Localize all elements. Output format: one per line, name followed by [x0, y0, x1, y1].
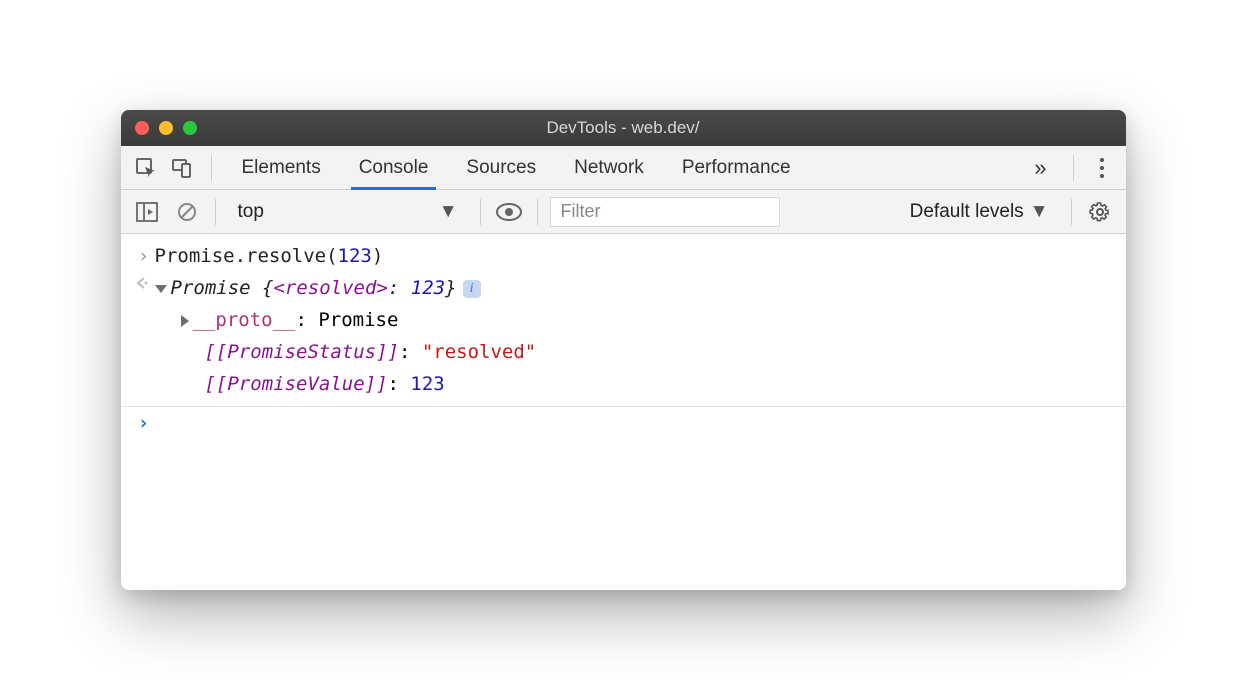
- promise-value-line: [[PromiseValue]]: 123: [121, 368, 1126, 400]
- zoom-window-button[interactable]: [183, 121, 197, 135]
- console-settings-icon[interactable]: [1084, 196, 1116, 228]
- input-prompt-icon: ›: [133, 242, 155, 270]
- traffic-lights: [121, 121, 197, 135]
- levels-label: Default levels: [910, 201, 1024, 223]
- clear-console-icon[interactable]: [171, 196, 203, 228]
- execution-context-selector[interactable]: top ▼: [228, 196, 468, 228]
- filter-input[interactable]: Filter: [550, 197, 780, 227]
- context-label: top: [238, 201, 264, 223]
- tab-sources[interactable]: Sources: [448, 146, 554, 189]
- separator: [215, 199, 216, 225]
- title-bar: DevTools - web.dev/: [121, 110, 1126, 146]
- prompt-icon: ›: [133, 409, 155, 437]
- chevron-down-icon: ▼: [1030, 201, 1049, 223]
- chevron-down-icon: ▼: [439, 201, 458, 223]
- console-result-line[interactable]: Promise {<resolved>: 123}i: [121, 272, 1126, 304]
- promise-status-line: [[PromiseStatus]]: "resolved": [121, 336, 1126, 368]
- tab-elements[interactable]: Elements: [224, 146, 339, 189]
- disclosure-triangle-icon[interactable]: [155, 285, 167, 293]
- live-expression-icon[interactable]: [493, 196, 525, 228]
- devtools-menu-button[interactable]: [1086, 158, 1118, 178]
- console-body: › Promise.resolve(123) Promise {<resolve…: [121, 234, 1126, 590]
- info-icon[interactable]: i: [463, 280, 481, 298]
- result-summary[interactable]: Promise {<resolved>: 123}i: [155, 274, 481, 302]
- devtools-tab-bar: Elements Console Sources Network Perform…: [121, 146, 1126, 190]
- separator: [211, 155, 212, 181]
- close-window-button[interactable]: [135, 121, 149, 135]
- console-toolbar: top ▼ Filter Default levels ▼: [121, 190, 1126, 234]
- window-title: DevTools - web.dev/: [121, 118, 1126, 138]
- output-prompt-icon: [133, 274, 155, 292]
- more-tabs-button[interactable]: »: [1020, 155, 1060, 181]
- separator: [480, 199, 481, 225]
- minimize-window-button[interactable]: [159, 121, 173, 135]
- proto-line[interactable]: __proto__: Promise: [121, 304, 1126, 336]
- tab-performance[interactable]: Performance: [664, 146, 809, 189]
- separator: [537, 199, 538, 225]
- filter-placeholder: Filter: [561, 201, 601, 222]
- log-levels-selector[interactable]: Default levels ▼: [900, 201, 1059, 223]
- console-prompt-line[interactable]: ›: [121, 407, 1126, 439]
- toggle-device-toolbar-icon[interactable]: [165, 151, 199, 185]
- toggle-console-sidebar-icon[interactable]: [131, 196, 163, 228]
- console-input-line: › Promise.resolve(123): [121, 240, 1126, 272]
- separator: [1073, 155, 1074, 181]
- devtools-window: DevTools - web.dev/ Elements Console Sou…: [121, 110, 1126, 590]
- separator: [1071, 199, 1072, 225]
- tab-console[interactable]: Console: [341, 146, 447, 189]
- disclosure-triangle-icon[interactable]: [181, 315, 189, 327]
- inspect-element-icon[interactable]: [129, 151, 163, 185]
- tab-network[interactable]: Network: [556, 146, 662, 189]
- console-input-code: Promise.resolve(123): [155, 242, 384, 270]
